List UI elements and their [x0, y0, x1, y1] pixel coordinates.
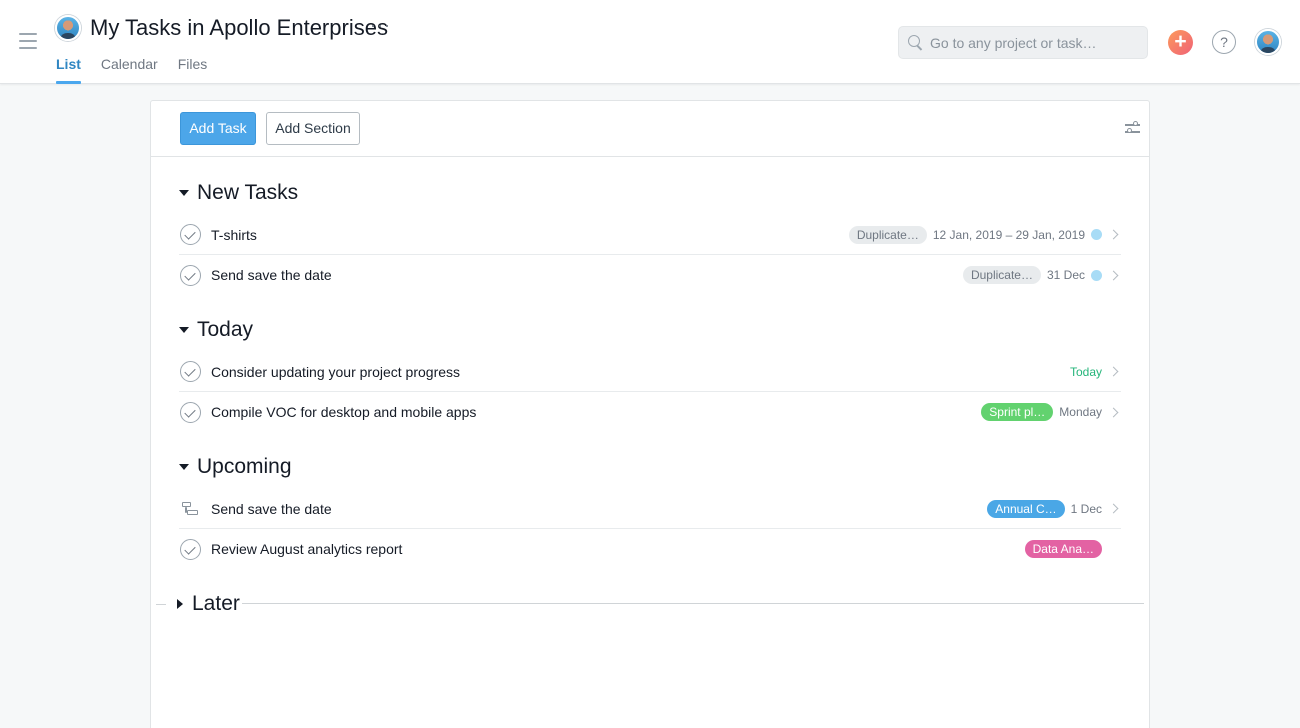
section-title: Today [197, 318, 254, 341]
chevron-right-icon[interactable] [1108, 503, 1119, 514]
complete-checkmark-icon[interactable] [180, 224, 201, 245]
project-tag[interactable]: Duplicate… [962, 266, 1041, 284]
task-name: Review August analytics report [211, 541, 403, 557]
help-button[interactable]: ? [1212, 30, 1236, 54]
status-dot-icon [1091, 229, 1102, 240]
user-avatar[interactable] [1255, 29, 1281, 55]
page-title: My Tasks in Apollo Enterprises [90, 15, 388, 40]
list-toolbar: Add Task Add Section [151, 101, 1149, 157]
task-meta: Duplicate… 31 Dec [962, 266, 1102, 284]
complete-checkmark-icon[interactable] [180, 401, 201, 423]
top-bar: My Tasks in Apollo Enterprises ··· List … [0, 0, 1300, 84]
project-tag[interactable]: Sprint pl… [981, 403, 1054, 421]
add-task-button[interactable]: Add Task [180, 112, 256, 145]
search-icon [907, 34, 925, 52]
task-meta: Duplicate… 12 Jan, 2019 – 29 Jan, 2019 [848, 225, 1102, 244]
section-title: Later [192, 592, 240, 615]
task-meta: Data Ana… [1024, 540, 1102, 558]
filter-settings-icon[interactable] [1125, 121, 1140, 135]
section-title: Upcoming [197, 455, 292, 478]
chevron-right-icon[interactable] [1108, 270, 1119, 280]
status-dot-icon [1091, 269, 1102, 281]
section-header-new-tasks[interactable]: New Tasks [179, 178, 298, 208]
more-options-icon[interactable]: ··· [370, 15, 391, 36]
due-date: 31 Dec [1046, 268, 1085, 282]
complete-checkmark-icon[interactable] [180, 361, 201, 382]
chevron-right-icon[interactable] [1108, 366, 1119, 377]
task-list-panel: Add Task Add Section New Tasks T-shirts … [150, 100, 1150, 728]
section-title: New Tasks [197, 181, 299, 204]
task-meta: Annual C… 1 Dec [987, 499, 1102, 518]
quick-add-button[interactable]: + [1168, 30, 1193, 55]
due-date: 1 Dec [1070, 501, 1102, 516]
task-row[interactable]: Review August analytics report Data Ana… [179, 529, 1121, 569]
task-row[interactable]: T-shirts Duplicate… 12 Jan, 2019 – 29 Ja… [179, 215, 1121, 255]
chevron-right-icon[interactable] [1108, 229, 1119, 240]
divider [156, 604, 166, 605]
task-meta: Today [1070, 365, 1102, 379]
search-bar[interactable] [898, 26, 1148, 59]
complete-checkmark-icon[interactable] [180, 538, 201, 560]
caret-down-icon[interactable] [179, 190, 189, 196]
chevron-right-icon[interactable] [1108, 407, 1119, 417]
project-tag[interactable]: Annual C… [987, 499, 1065, 518]
view-tabs: List Calendar Files [56, 55, 207, 84]
divider [242, 603, 1144, 604]
project-tag[interactable]: Duplicate… [848, 225, 927, 244]
task-name: Compile VOC for desktop and mobile apps [211, 404, 477, 420]
section-header-later[interactable]: Later [177, 589, 240, 619]
due-date: Monday [1059, 405, 1102, 419]
tab-files[interactable]: Files [178, 55, 208, 84]
task-name: Send save the date [211, 267, 332, 283]
hamburger-menu-icon[interactable] [19, 33, 37, 49]
section-header-today[interactable]: Today [179, 315, 253, 345]
task-name: T-shirts [211, 226, 257, 243]
due-date: 12 Jan, 2019 – 29 Jan, 2019 [932, 227, 1085, 242]
task-row[interactable]: Consider updating your project progress … [179, 352, 1121, 392]
tab-calendar[interactable]: Calendar [101, 55, 158, 84]
task-row[interactable]: Send save the date Annual C… 1 Dec [179, 489, 1121, 529]
complete-checkmark-icon[interactable] [180, 264, 201, 286]
task-name: Consider updating your project progress [211, 363, 461, 380]
due-date: Today [1069, 364, 1102, 379]
caret-right-icon[interactable] [177, 599, 183, 609]
tab-list[interactable]: List [56, 55, 81, 84]
task-row[interactable]: Send save the date Duplicate… 31 Dec [179, 255, 1121, 295]
section-header-upcoming[interactable]: Upcoming [179, 452, 292, 482]
task-name: Send save the date [211, 500, 332, 517]
caret-down-icon[interactable] [179, 327, 189, 333]
caret-down-icon[interactable] [179, 464, 189, 470]
task-meta: Sprint pl… Monday [981, 403, 1102, 421]
search-input[interactable] [930, 34, 1140, 51]
project-tag[interactable]: Data Ana… [1024, 540, 1102, 558]
subtask-icon[interactable] [181, 499, 201, 519]
page-avatar [55, 15, 81, 41]
add-section-button[interactable]: Add Section [266, 112, 360, 145]
task-row[interactable]: Compile VOC for desktop and mobile apps … [179, 392, 1121, 432]
